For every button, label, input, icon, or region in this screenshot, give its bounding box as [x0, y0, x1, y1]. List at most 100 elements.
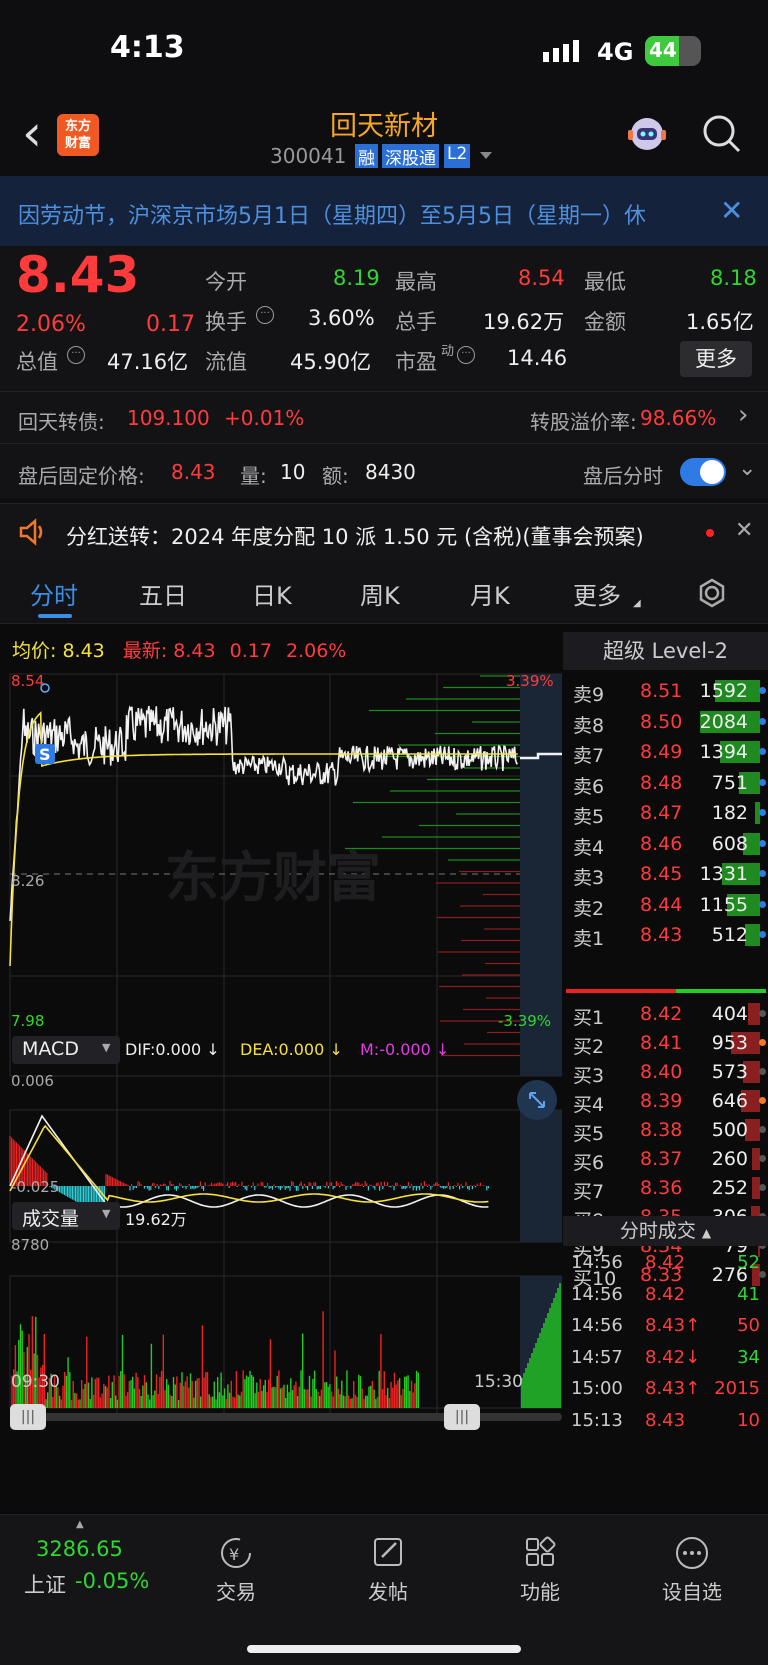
ask-row[interactable]: 卖1 8.43 512 [563, 920, 768, 951]
trade-volume: 34 [737, 1346, 760, 1368]
after-hours-row: 盘后固定价格: 8.43 量: 10 额: 8430 盘后分时 ⌄ [0, 443, 768, 498]
bid-label: 买2 [573, 1036, 605, 1058]
tab-more[interactable]: 更多 [573, 576, 621, 611]
nav-post-label: 发帖 [368, 1580, 408, 1604]
unread-dot [706, 529, 714, 537]
bid-row[interactable]: 买7 8.36 252 [563, 1173, 768, 1204]
more-button[interactable]: 更多 [680, 341, 752, 377]
chart-tabs: 分时 五日 日K 周K 月K 更多 ◢ [0, 562, 768, 624]
index-name: 上证 [24, 1573, 66, 1597]
ask-row[interactable]: 卖7 8.49 1394 [563, 737, 768, 768]
axis-low-pct: -3.39% [498, 1012, 552, 1030]
ask-volume: 608 [711, 832, 748, 855]
more-dots-icon [676, 1537, 708, 1569]
bid-volume: 573 [711, 1061, 748, 1083]
macd-dea: DEA:0.000 ↓ [240, 1040, 343, 1059]
volume-total: 19.62万 [125, 1210, 187, 1229]
ask-row[interactable]: 卖5 8.47 182 [563, 798, 768, 829]
trade-time: 14:56 [571, 1283, 623, 1305]
queue-dot [759, 1039, 766, 1046]
close-icon[interactable]: ✕ [735, 518, 753, 543]
bid-ask-ratio-bar [566, 989, 766, 993]
bid-row[interactable]: 买4 8.39 646 [563, 1086, 768, 1117]
bid-label: 买5 [573, 1123, 605, 1145]
chevron-up-icon: ▲ [76, 1519, 84, 1530]
nav-trade[interactable]: ¥ 交易 [176, 1535, 296, 1605]
macd-indicator-select[interactable]: MACD ▼ [12, 1036, 120, 1064]
tab-weekly-k[interactable]: 周K [360, 576, 400, 611]
tab-monthly-k[interactable]: 月K [470, 576, 510, 611]
nav-add-watchlist[interactable]: 设自选 [632, 1535, 752, 1605]
bond-change: +0.01% [224, 406, 305, 430]
last-price: 8.43 [16, 246, 140, 304]
trade-row: 14:56 8.42 52 [563, 1246, 768, 1278]
ask-row[interactable]: 卖2 8.44 1155 [563, 890, 768, 921]
tab-five-day[interactable]: 五日 [139, 576, 187, 611]
tab-intraday[interactable]: 分时 [30, 576, 78, 611]
bid-label: 买7 [573, 1181, 605, 1203]
index-value[interactable]: 3286.65 [36, 1537, 123, 1561]
ask-price: 8.47 [640, 802, 683, 824]
bid-row[interactable]: 买1 8.42 404 [563, 999, 768, 1030]
dividend-row[interactable]: 分红送转：2024 年度分配 10 派 1.50 元 (含税)(董事会预案) ✕ [0, 503, 768, 562]
ask-row[interactable]: 卖8 8.50 2084 [563, 707, 768, 738]
bid-row[interactable]: 买5 8.38 500 [563, 1115, 768, 1146]
ask-row[interactable]: 卖6 8.48 751 [563, 768, 768, 799]
status-bar: 4:13 4G 44 [0, 0, 768, 100]
trade-price: 8.42 [645, 1283, 686, 1305]
afterhours-toggle[interactable] [680, 458, 726, 486]
trade-volume: 52 [737, 1252, 760, 1273]
ask-row[interactable]: 卖9 8.51 1592 [563, 676, 768, 707]
ask-price: 8.48 [640, 771, 683, 794]
afterhours-price: 8.43 [171, 460, 216, 484]
dropdown-icon[interactable] [480, 152, 492, 159]
slider-handle-left[interactable]: ||| [10, 1404, 46, 1430]
last-value: 8.43 [173, 640, 216, 662]
expand-icon[interactable] [517, 1080, 557, 1120]
trade-price: 8.42 [645, 1252, 686, 1273]
queue-dot [759, 870, 766, 877]
ask-row[interactable]: 卖4 8.46 608 [563, 829, 768, 860]
tab-daily-k[interactable]: 日K [252, 576, 292, 611]
nav-post[interactable]: 发帖 [328, 1535, 448, 1605]
slider-handle-right[interactable]: ||| [444, 1404, 480, 1430]
value-turnover: 3.60% [308, 306, 375, 330]
active-tab-indicator [38, 614, 72, 618]
trade-row: 14:56 8.42 41 [563, 1278, 768, 1310]
bid-row[interactable]: 买3 8.40 573 [563, 1057, 768, 1088]
level2-title[interactable]: 超级 Level-2 [563, 632, 768, 670]
stock-code: 300041 [270, 144, 347, 168]
bid-row[interactable]: 买2 8.41 953 [563, 1028, 768, 1059]
bid-price: 8.36 [640, 1177, 683, 1199]
chevron-down-icon[interactable]: ⌄ [738, 456, 756, 481]
bid-row[interactable]: 买6 8.37 260 [563, 1144, 768, 1175]
search-icon[interactable] [702, 114, 742, 158]
queue-dot [759, 900, 766, 908]
volume-indicator-select[interactable]: 成交量 ▼ [12, 1202, 120, 1230]
queue-dot [759, 717, 766, 725]
holiday-notice[interactable]: 因劳动节，沪深京市场5月1日（星期四）至5月5日（星期一）休 ✕ [0, 176, 768, 246]
value-amount: 1.65亿 [686, 310, 754, 334]
ask-row[interactable]: 卖3 8.45 1331 [563, 859, 768, 890]
bid-price: 8.40 [640, 1061, 683, 1083]
trade-price: 8.43 [645, 1409, 686, 1431]
robot-assistant-icon[interactable] [625, 112, 669, 160]
info-icon[interactable]: ··· [67, 346, 85, 364]
change-pct: 2.06% [16, 312, 86, 337]
ask-volume: 512 [711, 924, 748, 946]
clock: 4:13 [110, 30, 185, 65]
nav-functions[interactable]: 功能 [480, 1535, 600, 1605]
convertible-bond-row[interactable]: 回天转债: 109.100 +0.01% 转股溢价率: 98.66% › [0, 391, 768, 443]
gear-icon[interactable] [697, 578, 727, 612]
afterhours-vol: 10 [280, 460, 306, 484]
ask-price: 8.51 [640, 680, 683, 702]
value-pe: 14.46 [507, 346, 568, 370]
speaker-icon [18, 518, 48, 550]
close-icon[interactable]: ✕ [720, 194, 743, 227]
ask-price: 8.50 [640, 710, 683, 733]
info-icon[interactable]: ··· [457, 346, 475, 364]
label-volume: 总手 [395, 310, 437, 334]
afterhours-toggle-label: 盘后分时 [583, 464, 663, 488]
info-icon[interactable]: ··· [256, 306, 274, 324]
trades-title[interactable]: 分时成交 ▲ [563, 1216, 768, 1246]
